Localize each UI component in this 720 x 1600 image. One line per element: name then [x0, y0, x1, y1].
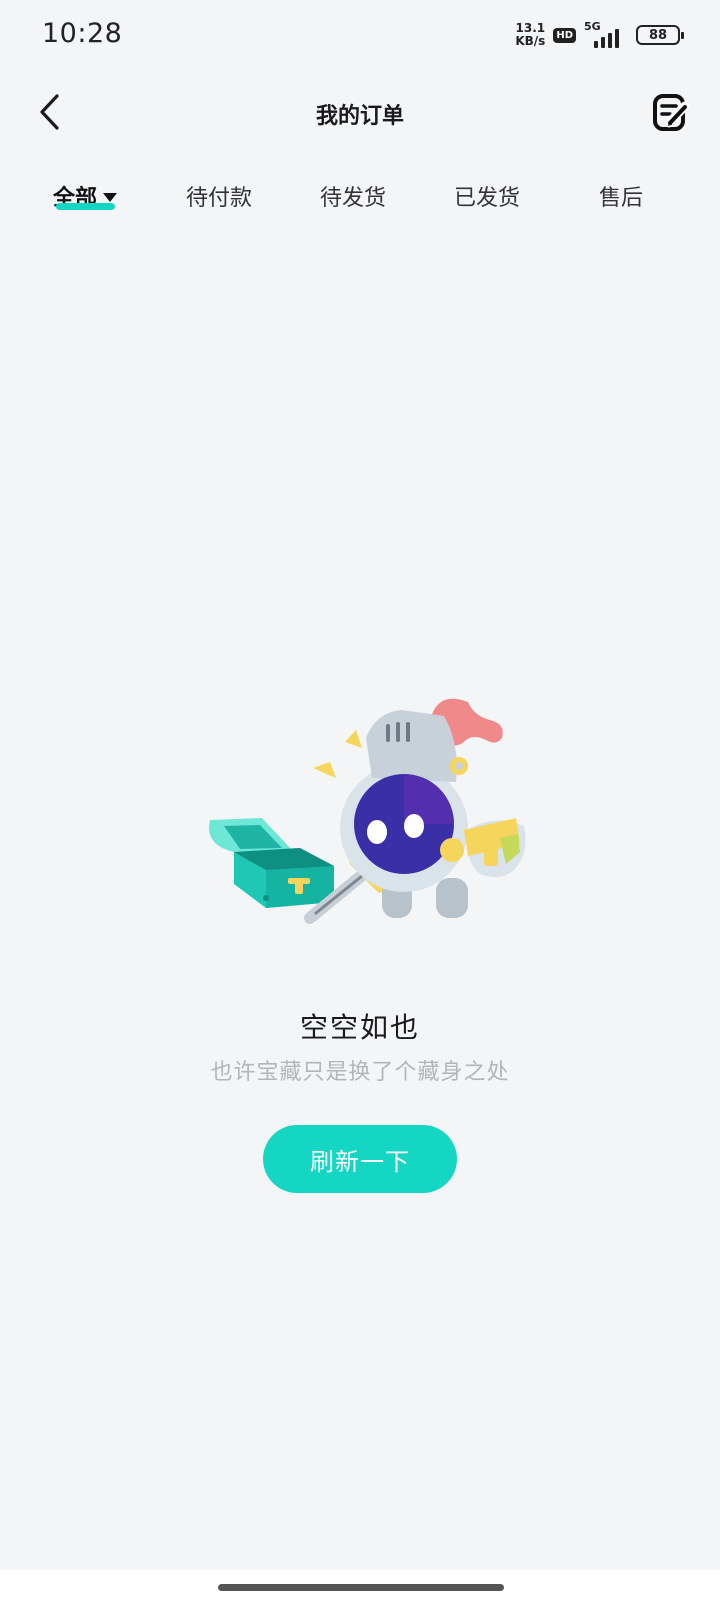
empty-state-subtitle: 也许宝藏只是换了个藏身之处 — [210, 1060, 510, 1085]
header: 我的订单 — [0, 70, 720, 155]
active-tab-indicator — [56, 203, 115, 210]
hd-badge: HD — [553, 27, 576, 43]
empty-state-title: 空空如也 — [299, 1011, 420, 1044]
tab-after-sales[interactable]: 售后 — [599, 180, 643, 212]
order-tabs: 全部 待付款 待发货 已发货 售后 — [0, 170, 720, 230]
home-indicator[interactable] — [218, 1584, 504, 1591]
status-indicators: 13.1 KB/s HD 5G 88 — [515, 20, 684, 50]
caret-down-icon — [103, 193, 118, 202]
edit-note-icon — [653, 94, 690, 131]
refresh-button[interactable]: 刷新一下 — [263, 1125, 457, 1193]
network-speed-unit: KB/s — [515, 34, 546, 48]
battery-icon: 88 — [636, 25, 684, 45]
knight-treasure-illustration — [209, 698, 526, 924]
page-title: 我的订单 — [315, 104, 404, 129]
network-speed: 13.1 KB/s — [515, 22, 545, 48]
status-bar: 10:28 13.1 KB/s HD 5G 88 — [0, 0, 720, 70]
edit-orders-button[interactable] — [648, 90, 694, 136]
tab-shipped[interactable]: 已发货 — [454, 180, 520, 212]
order-list-screen: 10:28 13.1 KB/s HD 5G 88 我的订单 全部 待付款 待发货… — [0, 0, 720, 1600]
signal-icon: 5G — [584, 20, 628, 48]
tab-pending-payment[interactable]: 待付款 — [186, 180, 252, 212]
battery-level: 88 — [648, 27, 668, 43]
status-time: 10:28 — [42, 18, 123, 49]
tab-pending-shipment[interactable]: 待发货 — [320, 180, 386, 212]
